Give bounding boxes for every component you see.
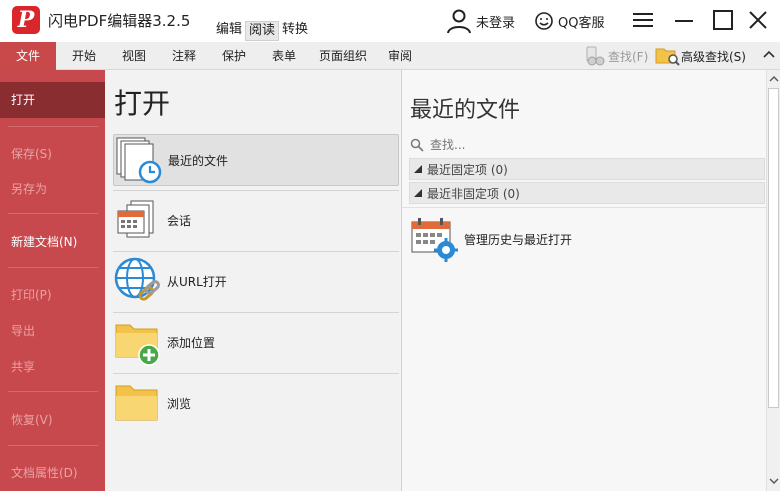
binoculars-icon: [586, 46, 605, 66]
minimize-button[interactable]: [671, 8, 697, 32]
globe-link-icon: [114, 257, 161, 301]
manage-history-button[interactable]: 管理历史与最近打开: [410, 214, 660, 264]
open-from-url[interactable]: 从URL打开: [113, 255, 399, 307]
tab-protect[interactable]: 保护: [212, 42, 256, 70]
maximize-button[interactable]: [710, 8, 736, 32]
pinned-group-label: 最近固定项 (0): [427, 162, 508, 177]
maximize-icon: [713, 10, 733, 30]
nav-divider: [8, 445, 98, 446]
vertical-scrollbar[interactable]: [766, 70, 780, 491]
nav-new-document[interactable]: 新建文档(N): [0, 224, 105, 260]
folder-search-icon: [655, 48, 680, 66]
scroll-up-icon[interactable]: [769, 74, 779, 84]
add-folder-icon: [115, 324, 160, 366]
open-session[interactable]: 会话: [113, 194, 399, 246]
open-add-location[interactable]: 添加位置: [113, 316, 399, 368]
qq-support-label: QQ客服: [558, 15, 605, 31]
search-icon: [410, 138, 424, 152]
file-nav: 打开 保存(S) 另存为 新建文档(N) 打印(P) 导出 共享 恢复(V) 文…: [0, 70, 105, 491]
unpinned-group-label: 最近非固定项 (0): [427, 186, 520, 201]
nav-divider: [8, 391, 98, 392]
scroll-down-icon[interactable]: [769, 476, 779, 486]
tab-start[interactable]: 开始: [62, 42, 106, 70]
close-icon: [749, 11, 767, 29]
open-recent-files-label: 最近的文件: [168, 153, 229, 168]
nav-divider: [8, 126, 98, 127]
divider: [402, 207, 766, 208]
open-panel-title: 打开: [114, 87, 171, 120]
recent-files-icon: [116, 137, 162, 184]
item-divider: [113, 251, 399, 252]
close-button[interactable]: [745, 8, 771, 32]
minimize-icon: [675, 20, 693, 22]
mode-tab-read[interactable]: 阅读: [245, 21, 280, 41]
qq-support-button[interactable]: QQ客服: [534, 0, 604, 42]
mode-tab-edit[interactable]: 编辑: [213, 21, 245, 41]
login-button[interactable]: 未登录: [446, 0, 515, 42]
tab-annotate[interactable]: 注释: [162, 42, 206, 70]
scroll-thumb[interactable]: [768, 88, 779, 408]
app-title: 闪电PDF编辑器3.2.5: [48, 12, 191, 30]
open-browse[interactable]: 浏览: [113, 377, 399, 429]
mode-tabs: 编辑 阅读 转换: [213, 21, 311, 41]
nav-document-properties[interactable]: 文档属性(D): [0, 455, 105, 491]
tab-form[interactable]: 表单: [262, 42, 306, 70]
item-divider: [113, 373, 399, 374]
open-add-location-label: 添加位置: [167, 335, 216, 350]
item-divider: [113, 312, 399, 313]
collapse-triangle-icon: [414, 165, 422, 173]
tab-file[interactable]: 文件: [0, 42, 56, 70]
open-session-label: 会话: [167, 213, 192, 228]
nav-share[interactable]: 共享: [0, 349, 105, 385]
nav-open[interactable]: 打开: [0, 82, 105, 118]
recent-files-panel: 最近的文件 最近固定项 (0) 最近非固定项 (0): [402, 70, 766, 491]
open-browse-label: 浏览: [167, 396, 192, 411]
nav-save[interactable]: 保存(S): [0, 136, 105, 172]
collapse-ribbon-icon[interactable]: [762, 48, 776, 62]
pinned-group-header[interactable]: 最近固定项 (0): [409, 158, 765, 180]
session-icon: [117, 200, 154, 238]
tab-review[interactable]: 审阅: [380, 42, 420, 70]
title-bar: P 闪电PDF编辑器3.2.5 编辑 阅读 转换 未登录 QQ客服: [0, 0, 780, 42]
tab-page-organize[interactable]: 页面组织: [312, 42, 374, 70]
collapse-triangle-icon: [414, 189, 422, 197]
unpinned-group-header[interactable]: 最近非固定项 (0): [409, 182, 765, 204]
hamburger-icon: [633, 13, 653, 27]
open-recent-files[interactable]: 最近的文件: [113, 134, 399, 186]
nav-divider: [8, 267, 98, 268]
smiley-icon: [535, 12, 553, 30]
folder-icon: [115, 385, 158, 421]
open-from-url-label: 从URL打开: [167, 274, 227, 289]
nav-print[interactable]: 打印(P): [0, 277, 105, 313]
tab-view[interactable]: 视图: [112, 42, 156, 70]
search-button[interactable]: 查找(F): [584, 42, 648, 70]
login-label: 未登录: [476, 15, 516, 31]
nav-recover[interactable]: 恢复(V): [0, 402, 105, 438]
nav-divider: [8, 213, 98, 214]
user-icon: [447, 9, 471, 34]
recent-search: [410, 134, 765, 156]
recent-files-title: 最近的文件: [410, 98, 521, 123]
manage-history-label: 管理历史与最近打开: [464, 232, 573, 247]
item-divider: [113, 190, 399, 191]
advanced-search-button[interactable]: 高级查找(S): [655, 42, 746, 70]
advanced-search-label: 高级查找(S): [681, 49, 746, 64]
open-panel: 打开 最近的文件 会话 从URL打开 添加位置 浏览: [105, 70, 402, 491]
calendar-gear-icon: [411, 218, 458, 262]
search-label: 查找(F): [608, 49, 649, 64]
ribbon-tab-bar: 文件 开始 视图 注释 保护 表单 页面组织 审阅 查找(F) 高级查找(S): [0, 42, 780, 70]
mode-tab-convert[interactable]: 转换: [279, 21, 311, 41]
recent-search-input[interactable]: [430, 138, 730, 152]
menu-button[interactable]: [630, 8, 656, 32]
nav-save-as[interactable]: 另存为: [0, 171, 105, 207]
nav-export[interactable]: 导出: [0, 313, 105, 349]
app-logo: P: [12, 6, 40, 34]
